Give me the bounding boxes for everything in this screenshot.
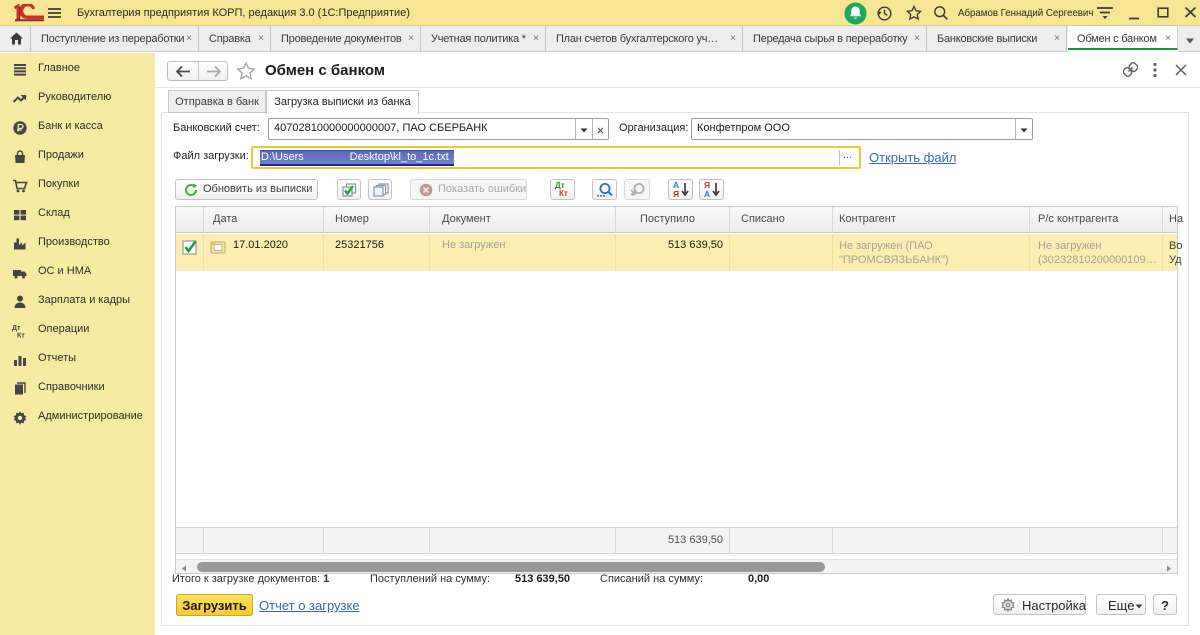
svg-text:Дт: Дт bbox=[12, 325, 21, 332]
svg-text:Кт: Кт bbox=[17, 333, 25, 340]
